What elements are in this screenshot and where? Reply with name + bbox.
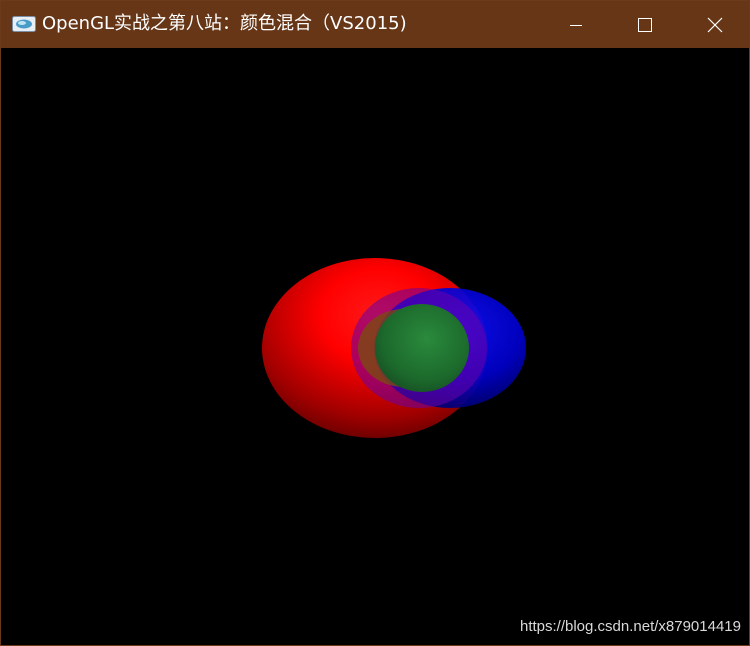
title-bar[interactable]: OpenGL实战之第八站：颜色混合（VS2015) bbox=[1, 1, 749, 48]
minimize-button[interactable] bbox=[541, 1, 611, 48]
window-title: OpenGL实战之第八站：颜色混合（VS2015) bbox=[42, 13, 407, 34]
watermark-url: https://blog.csdn.net/x879014419 bbox=[519, 618, 741, 635]
close-button[interactable] bbox=[680, 1, 750, 48]
maximize-icon bbox=[638, 17, 652, 32]
app-icon bbox=[12, 16, 36, 32]
opengl-viewport[interactable]: https://blog.csdn.net/x879014419 bbox=[1, 48, 749, 645]
green-sphere bbox=[375, 304, 469, 392]
close-icon bbox=[707, 17, 723, 32]
maximize-button[interactable] bbox=[610, 1, 680, 48]
render-scene bbox=[262, 258, 526, 438]
minimize-icon bbox=[570, 24, 582, 26]
app-window: OpenGL实战之第八站：颜色混合（VS2015) https://blog.c… bbox=[0, 0, 750, 646]
